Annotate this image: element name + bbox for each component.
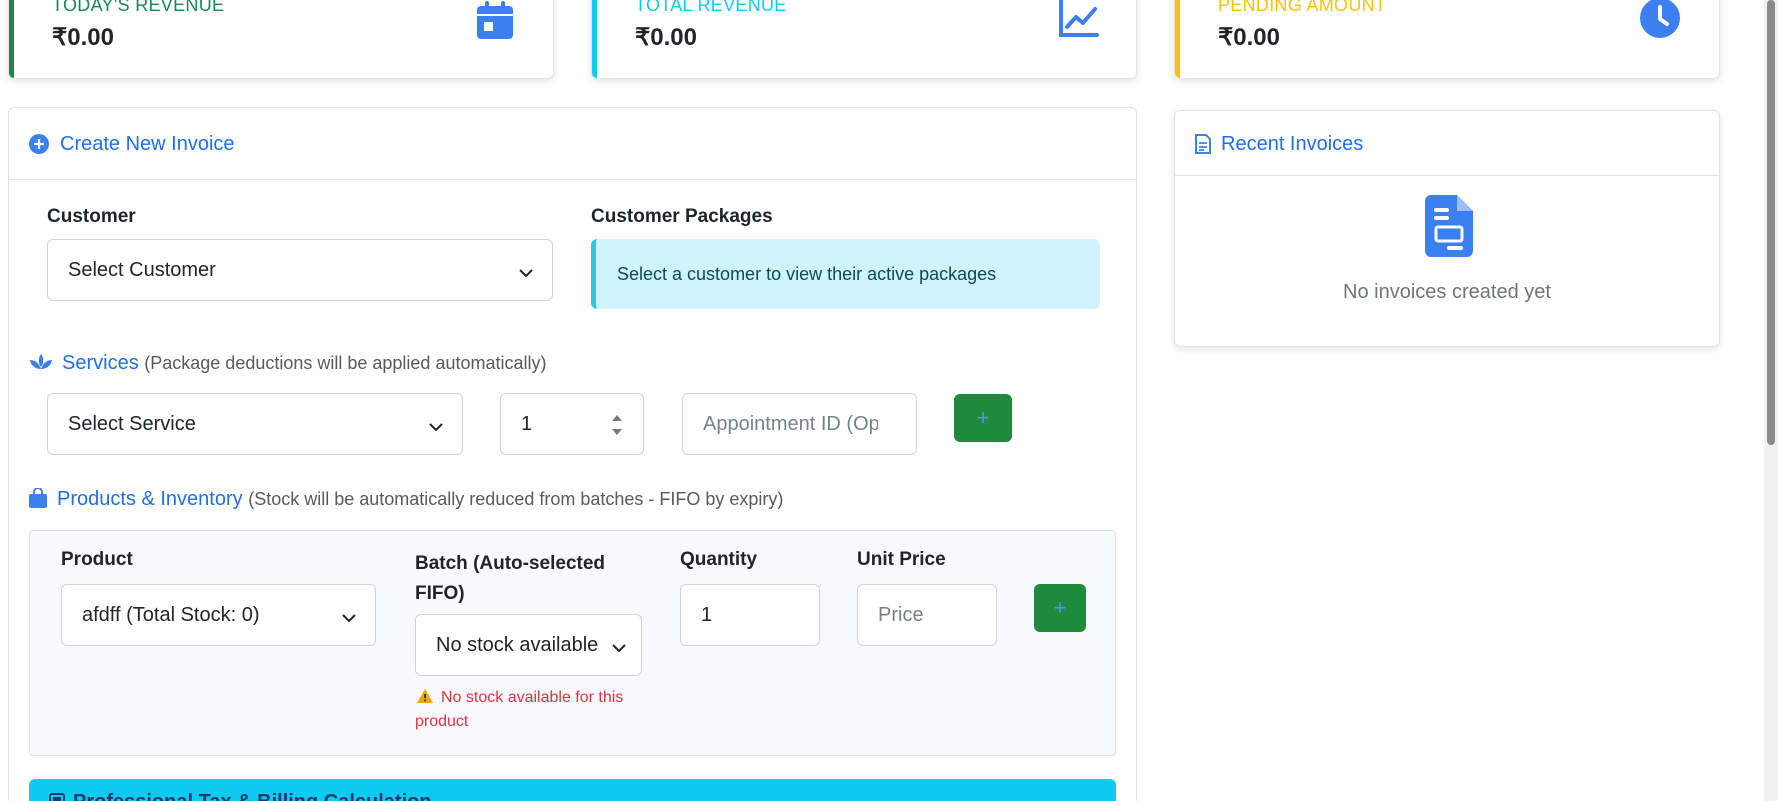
stat-value: ₹0.00: [635, 24, 697, 51]
products-hint: (Stock will be automatically reduced fro…: [248, 489, 784, 509]
services-hint: (Package deductions will be applied auto…: [144, 353, 547, 373]
accent-bar: [9, 0, 14, 78]
appointment-id-input[interactable]: Appointment ID (Optional): [682, 393, 917, 455]
unit-price-placeholder: Price: [878, 603, 924, 626]
tax-calculation-header: Professional Tax & Billing Calculation: [29, 779, 1116, 801]
service-quantity-input[interactable]: 1: [500, 393, 644, 455]
recent-invoices-title: Recent Invoices: [1221, 133, 1364, 155]
accent-bar: [1175, 0, 1180, 78]
invoice-file-icon: [1195, 134, 1211, 159]
stat-card-pending-amount: PENDING AMOUNT ₹0.00: [1174, 0, 1720, 79]
chevron-down-icon: [341, 608, 357, 631]
service-select-value: Select Service: [68, 412, 196, 435]
accent-bar: [592, 0, 597, 78]
tax-calculation-title: Professional Tax & Billing Calculation: [73, 791, 432, 801]
add-service-button[interactable]: +: [954, 394, 1012, 442]
add-product-label: +: [1053, 595, 1067, 620]
products-title: Products & Inventory (Stock will be auto…: [57, 488, 783, 511]
panel-header: Recent Invoices: [1175, 111, 1719, 176]
add-product-button[interactable]: +: [1034, 584, 1086, 632]
calculator-icon: [49, 793, 65, 801]
stat-value: ₹0.00: [52, 24, 114, 51]
service-quantity-value: 1: [521, 412, 533, 435]
product-quantity-value: 1: [701, 603, 713, 626]
recent-invoices-panel: Recent Invoices No invoices created yet: [1174, 110, 1720, 347]
product-row-box: Product afdff (Total Stock: 0) Batch (Au…: [29, 530, 1116, 756]
services-title-text: Services: [62, 352, 139, 374]
batch-select[interactable]: No stock available: [415, 614, 642, 676]
add-service-label: +: [976, 405, 990, 430]
line-chart-icon: [1057, 0, 1099, 44]
customer-packages-label: Customer Packages: [591, 206, 773, 227]
packages-info-alert: Select a customer to view their active p…: [591, 239, 1100, 309]
product-quantity-input[interactable]: 1: [680, 584, 820, 646]
quantity-label: Quantity: [680, 549, 758, 570]
services-title: Services (Package deductions will be app…: [62, 352, 547, 375]
stat-label: PENDING AMOUNT: [1218, 0, 1387, 15]
products-title-text: Products & Inventory: [57, 488, 243, 510]
chevron-down-icon: [518, 263, 534, 286]
chevron-down-icon: [428, 417, 444, 440]
packages-info-text: Select a customer to view their active p…: [617, 263, 997, 284]
customer-select[interactable]: Select Customer: [47, 239, 553, 301]
unit-price-input[interactable]: Price: [857, 584, 997, 646]
scrollbar-thumb[interactable]: [1767, 0, 1775, 445]
calendar-icon: [477, 1, 513, 44]
stat-label: TODAY'S REVENUE: [52, 0, 225, 15]
plus-circle-icon: [29, 134, 49, 159]
panel-title: Create New Invoice: [60, 133, 235, 155]
shopping-bag-icon: [29, 487, 47, 513]
stat-value: ₹0.00: [1218, 24, 1280, 51]
spa-icon: [29, 353, 53, 378]
service-select[interactable]: Select Service: [47, 393, 463, 455]
file-invoice-icon: [1425, 195, 1473, 262]
clock-icon: [1639, 0, 1681, 44]
create-invoice-panel: Create New Invoice Customer Select Custo…: [8, 107, 1137, 801]
customer-label: Customer: [47, 206, 136, 227]
product-label: Product: [61, 549, 133, 570]
panel-header: Create New Invoice: [9, 108, 1136, 180]
product-select-value: afdff (Total Stock: 0): [82, 603, 260, 626]
batch-select-value: No stock available: [436, 633, 599, 656]
batch-label: Batch (Auto-selected FIFO): [415, 553, 606, 604]
page-scrollbar[interactable]: [1764, 0, 1778, 801]
chevron-down-icon: [611, 638, 627, 661]
product-select[interactable]: afdff (Total Stock: 0): [61, 584, 376, 646]
customer-select-value: Select Customer: [68, 258, 216, 281]
stat-card-todays-revenue: TODAY'S REVENUE ₹0.00: [8, 0, 554, 79]
stat-label: TOTAL REVENUE: [635, 0, 787, 15]
appointment-id-placeholder: Appointment ID (Optional): [703, 412, 878, 435]
unit-price-label: Unit Price: [857, 549, 946, 570]
empty-invoices-text: No invoices created yet: [1343, 281, 1551, 303]
number-spinner-icon[interactable]: [611, 412, 623, 444]
stock-warning-text: No stock available for this product: [415, 689, 624, 730]
stat-card-total-revenue: TOTAL REVENUE ₹0.00: [591, 0, 1137, 79]
